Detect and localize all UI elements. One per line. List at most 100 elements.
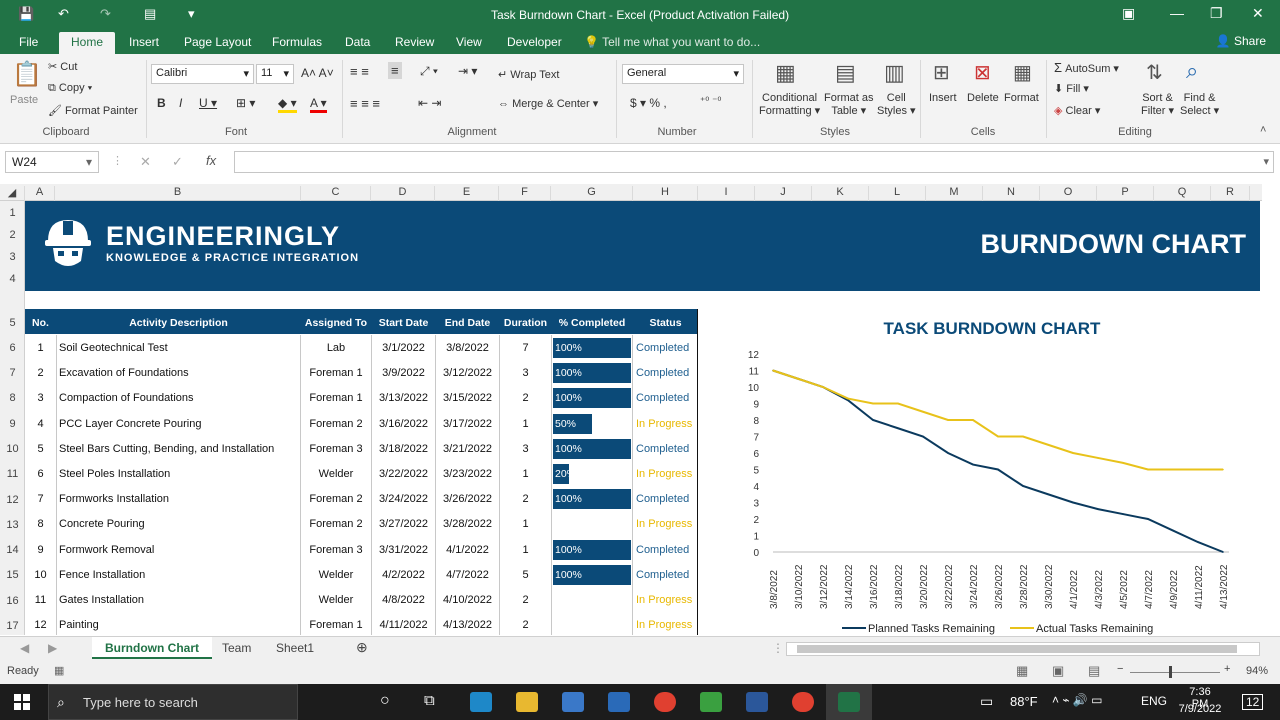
column-header[interactable]: M bbox=[926, 186, 983, 201]
cell-start[interactable]: 4/2/2022 bbox=[372, 569, 435, 581]
row-header[interactable]: 9 bbox=[0, 418, 25, 430]
cell-no[interactable]: 11 bbox=[25, 594, 56, 606]
cell-who[interactable]: Foreman 3 bbox=[301, 443, 371, 455]
word-icon[interactable] bbox=[746, 692, 768, 712]
row-header[interactable]: 13 bbox=[0, 519, 25, 531]
cell-desc[interactable]: Gates Installation bbox=[59, 594, 299, 606]
camtasia-icon[interactable] bbox=[700, 692, 722, 712]
cell-end[interactable]: 3/26/2022 bbox=[436, 493, 499, 505]
italic-button[interactable]: I bbox=[179, 96, 182, 110]
tab-data[interactable]: Data bbox=[345, 35, 370, 49]
row-header[interactable]: 6 bbox=[0, 342, 25, 354]
row-header[interactable]: 17 bbox=[0, 620, 25, 632]
table-row[interactable]: 11 Gates Installation Welder 4/8/2022 4/10/2… bbox=[25, 587, 698, 612]
cell-desc[interactable]: Formworks Installation bbox=[59, 493, 299, 505]
tab-home[interactable]: Home bbox=[59, 32, 116, 54]
insert-cells-icon[interactable]: ⊞ bbox=[933, 60, 950, 85]
edge-icon[interactable] bbox=[470, 692, 492, 712]
row-header[interactable]: 15 bbox=[0, 569, 25, 581]
conditional-formatting-icon[interactable]: ▦ bbox=[775, 60, 796, 86]
notification-badge[interactable]: 12 bbox=[1242, 694, 1264, 710]
sheet-tab-burndown[interactable]: Burndown Chart bbox=[92, 637, 212, 659]
row-header[interactable]: 3 bbox=[0, 251, 25, 263]
cell-end[interactable]: 3/17/2022 bbox=[436, 418, 499, 430]
cell-who[interactable]: Welder bbox=[301, 468, 371, 480]
cell-who[interactable]: Welder bbox=[301, 569, 371, 581]
row-header[interactable]: 2 bbox=[0, 229, 25, 241]
insert-cells-button[interactable]: Insert bbox=[929, 92, 957, 104]
burndown-chart[interactable]: TASK BURNDOWN CHART 01234567891011123/8/… bbox=[698, 291, 1260, 635]
align-top-icon[interactable]: ≡ ≡ bbox=[350, 64, 369, 79]
table-row[interactable]: 4 PCC Layer Concrete Pouring Foreman 2 3/16… bbox=[25, 411, 698, 436]
language-indicator[interactable]: ENG bbox=[1141, 694, 1167, 708]
find-select-button[interactable]: Find & Select ▾ bbox=[1180, 92, 1219, 117]
font-size-select[interactable]: 11 ▾ bbox=[256, 64, 294, 84]
ribbon-display-icon[interactable]: ▣ bbox=[1122, 5, 1135, 22]
cell-dur[interactable]: 7 bbox=[500, 342, 551, 354]
table-row[interactable]: 3 Compaction of Foundations Foreman 1 3/13/… bbox=[25, 385, 698, 410]
column-header[interactable]: I bbox=[698, 186, 755, 201]
fill-button[interactable]: ⬇ Fill ▾ bbox=[1054, 82, 1089, 95]
column-header[interactable]: N bbox=[983, 186, 1040, 201]
normal-view-icon[interactable]: ▦ bbox=[1016, 663, 1028, 679]
collapse-ribbon-icon[interactable]: ˄ bbox=[1260, 124, 1266, 136]
cell-no[interactable]: 10 bbox=[25, 569, 56, 581]
zoom-slider-thumb[interactable] bbox=[1169, 666, 1172, 678]
cell-dur[interactable]: 5 bbox=[500, 569, 551, 581]
cell-start[interactable]: 3/13/2022 bbox=[372, 392, 435, 404]
cell-who[interactable]: Foreman 3 bbox=[301, 544, 371, 556]
zoom-slider[interactable] bbox=[1130, 672, 1220, 673]
cell-end[interactable]: 4/10/2022 bbox=[436, 594, 499, 606]
tab-file[interactable]: File bbox=[19, 35, 38, 49]
cell-styles-icon[interactable]: ▥ bbox=[884, 60, 905, 86]
cell-no[interactable]: 2 bbox=[25, 367, 56, 379]
find-icon[interactable]: ⌕ bbox=[1186, 58, 1198, 84]
table-row[interactable]: 2 Excavation of Foundations Foreman 1 3/9/2… bbox=[25, 360, 698, 385]
page-break-icon[interactable]: ▤ bbox=[1088, 663, 1100, 679]
row-header[interactable]: 1 bbox=[0, 207, 25, 219]
table-row[interactable]: 9 Formwork Removal Foreman 3 3/31/2022 4/1/2… bbox=[25, 537, 698, 562]
cell-dur[interactable]: 1 bbox=[500, 418, 551, 430]
column-header[interactable]: D bbox=[371, 186, 435, 201]
autosum-button[interactable]: Σ AutoSum ▾ bbox=[1054, 60, 1119, 75]
cell-no[interactable]: 7 bbox=[25, 493, 56, 505]
cell-end[interactable]: 4/13/2022 bbox=[436, 619, 499, 631]
cell-desc[interactable]: Formwork Removal bbox=[59, 544, 299, 556]
cell-desc[interactable]: Compaction of Foundations bbox=[59, 392, 299, 404]
horizontal-scrollbar[interactable] bbox=[786, 642, 1260, 656]
merge-center-button[interactable]: ⇔ Merge & Center ▾ bbox=[498, 97, 598, 110]
zoom-in-icon[interactable]: + bbox=[1224, 663, 1230, 675]
wrap-text-button[interactable]: ↵ Wrap Text bbox=[498, 68, 559, 81]
taskbar-search[interactable]: ⌕ Type here to search bbox=[48, 684, 298, 720]
cell-dur[interactable]: 3 bbox=[500, 443, 551, 455]
decimal-icon[interactable]: ⁺⁰ ⁻⁰ bbox=[700, 96, 721, 107]
cell-start[interactable]: 4/8/2022 bbox=[372, 594, 435, 606]
store-icon[interactable] bbox=[562, 692, 584, 712]
cell-end[interactable]: 4/7/2022 bbox=[436, 569, 499, 581]
cell-start[interactable]: 3/31/2022 bbox=[372, 544, 435, 556]
row-header[interactable]: 8 bbox=[0, 392, 25, 404]
delete-cells-button[interactable]: Delete bbox=[967, 92, 999, 104]
cell-who[interactable]: Foreman 2 bbox=[301, 518, 371, 530]
cut-button[interactable]: ✂ Cut bbox=[48, 60, 77, 73]
sort-filter-button[interactable]: Sort & Filter ▾ bbox=[1141, 92, 1174, 117]
sort-filter-icon[interactable]: ⇅ bbox=[1146, 60, 1163, 85]
chrome-icon[interactable] bbox=[654, 692, 676, 712]
underline-button[interactable]: U ▾ bbox=[199, 96, 217, 110]
tab-page-layout[interactable]: Page Layout bbox=[184, 35, 251, 49]
tab-insert[interactable]: Insert bbox=[129, 35, 159, 49]
name-box[interactable]: W24 ▾ bbox=[5, 151, 99, 173]
excel-taskbar-button[interactable] bbox=[826, 684, 872, 720]
cell-dur[interactable]: 2 bbox=[500, 619, 551, 631]
paste-button[interactable]: Paste bbox=[10, 94, 38, 106]
column-header[interactable]: Q bbox=[1154, 186, 1211, 201]
cell-start[interactable]: 4/11/2022 bbox=[372, 619, 435, 631]
cell-desc[interactable]: PCC Layer Concrete Pouring bbox=[59, 418, 299, 430]
cell-end[interactable]: 3/23/2022 bbox=[436, 468, 499, 480]
cell-end[interactable]: 3/15/2022 bbox=[436, 392, 499, 404]
maximize-icon[interactable]: ❐ bbox=[1210, 5, 1223, 22]
zoom-out-icon[interactable]: − bbox=[1117, 663, 1123, 675]
cell-no[interactable]: 5 bbox=[25, 443, 56, 455]
page-layout-icon[interactable]: ▣ bbox=[1052, 663, 1064, 679]
cell-dur[interactable]: 1 bbox=[500, 518, 551, 530]
